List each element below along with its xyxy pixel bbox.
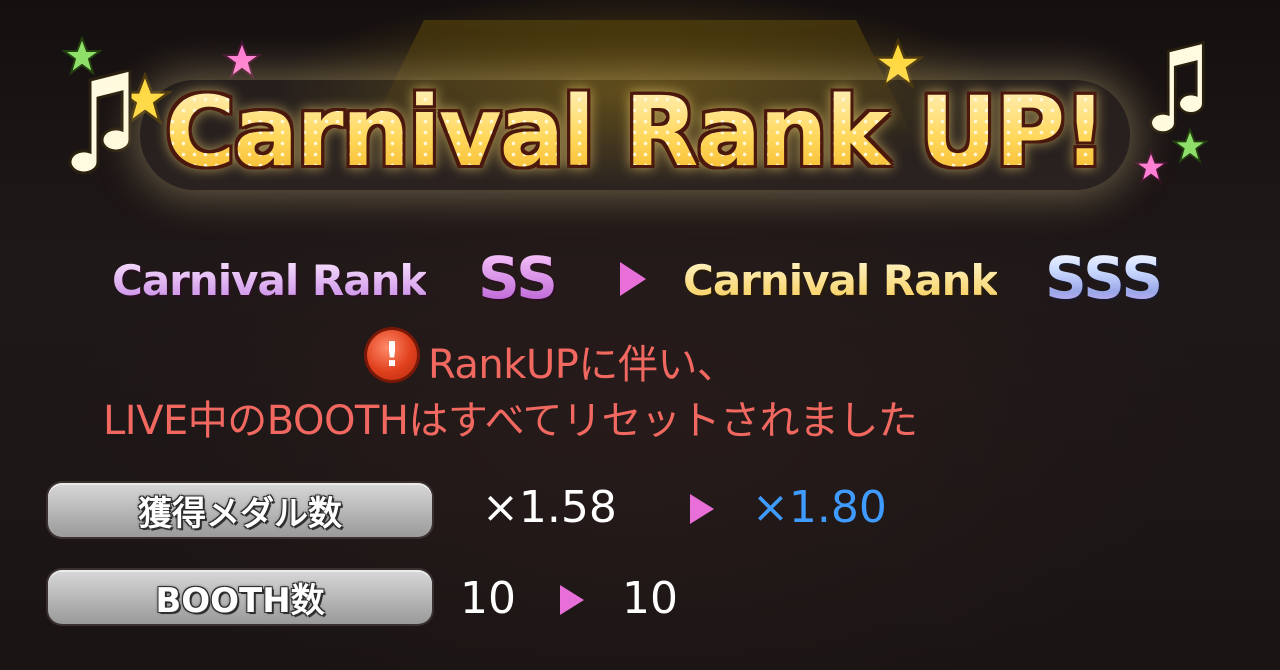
notice-line-1: RankUPに伴い、 <box>428 342 737 388</box>
star-icon <box>1134 150 1168 184</box>
new-rank-prefix: Carnival Rank <box>683 256 998 305</box>
stat-label-medals: 獲得メダル数 <box>48 483 432 537</box>
page-title: Carnival Rank UP! <box>145 72 1125 192</box>
music-note-icon <box>68 70 132 175</box>
old-rank-prefix: Carnival Rank <box>112 256 427 305</box>
warning-icon: ! <box>367 330 417 380</box>
stat-arrow-icon <box>560 585 584 615</box>
stat-medals-new: ×1.80 <box>752 482 887 533</box>
star-icon <box>1172 128 1208 164</box>
new-rank-value: SSS <box>1045 244 1163 312</box>
stat-medals-old: ×1.58 <box>482 482 617 533</box>
stat-label-booth: BOOTH数 <box>48 570 432 624</box>
old-rank-value: SS <box>478 244 558 312</box>
stat-booth-new: 10 <box>622 573 678 624</box>
notice-line-2: LIVE中のBOOTHはすべてリセットされました <box>103 398 918 444</box>
stat-booth-old: 10 <box>460 573 516 624</box>
rank-arrow-icon <box>620 262 646 296</box>
stat-arrow-icon <box>690 494 714 524</box>
rank-change-row: Carnival Rank SS Carnival Rank SSS <box>0 244 1280 318</box>
